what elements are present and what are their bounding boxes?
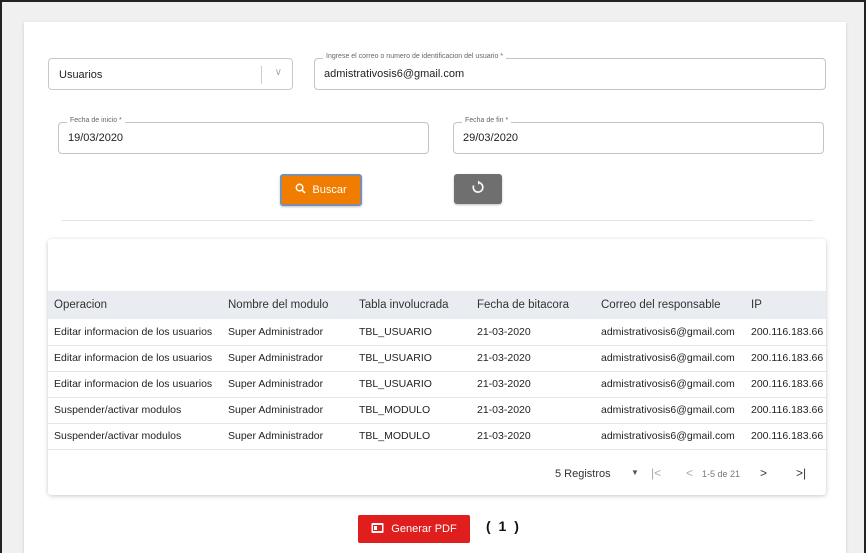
generate-pdf-button[interactable]: Generar PDF (358, 515, 470, 543)
email-field[interactable]: Ingrese el correo o numero de identifica… (314, 53, 826, 90)
cell-ip: 200.116.183.66 (751, 352, 824, 364)
column-header-ip[interactable]: IP (745, 291, 826, 319)
rows-per-page-select[interactable]: 5 Registros (555, 468, 611, 480)
cell-modulo: Super Administrador (228, 404, 324, 416)
cell-operacion: Editar informacion de los usuarios (54, 378, 213, 390)
next-page-icon[interactable]: > (760, 466, 767, 480)
cell-tabla: TBL_USUARIO (359, 378, 432, 390)
cell-modulo: Super Administrador (228, 352, 324, 364)
last-page-icon[interactable]: >| (796, 466, 806, 480)
pagination: 5 Registros ▼ |< < 1-5 de 21 > >| (48, 461, 826, 487)
cell-modulo: Super Administrador (228, 430, 324, 442)
column-header-modulo[interactable]: Nombre del modulo (222, 291, 353, 319)
start-date-label: Fecha de inicio * (67, 117, 125, 124)
results-table: Operacion Nombre del modulo Tabla involu… (48, 291, 826, 450)
cell-operacion: Suspender/activar modulos (54, 404, 182, 416)
column-header-fecha[interactable]: Fecha de bitacora (471, 291, 595, 319)
caret-down-icon[interactable]: ▼ (631, 468, 639, 477)
first-page-icon[interactable]: |< (651, 466, 661, 480)
cell-fecha: 21-03-2020 (477, 325, 531, 338)
chevron-down-icon[interactable]: ∨ (275, 67, 282, 78)
column-header-correo[interactable]: Correo del responsable (595, 291, 745, 319)
cell-ip: 200.116.183.66 (751, 404, 824, 416)
cell-tabla: TBL_USUARIO (359, 352, 432, 364)
refresh-icon (471, 179, 485, 199)
divider (62, 220, 814, 221)
cell-correo: admistrativosis6@gmail.com (601, 378, 735, 390)
search-button-label: Buscar (312, 184, 347, 196)
cell-correo: admistrativosis6@gmail.com (601, 325, 735, 338)
pdf-icon (371, 522, 384, 537)
module-select-value: Usuarios (59, 69, 103, 81)
cell-operacion: Editar informacion de los usuarios (54, 325, 213, 338)
cell-correo: admistrativosis6@gmail.com (601, 352, 735, 364)
generate-pdf-label: Generar PDF (391, 523, 457, 535)
result-count: ( 1 ) (486, 518, 521, 534)
table-row[interactable]: Suspender/activar modulos Super Administ… (48, 423, 826, 449)
cell-fecha: 21-03-2020 (477, 378, 531, 390)
end-date-label: Fecha de fin * (462, 117, 512, 124)
cell-tabla: TBL_USUARIO (359, 325, 432, 338)
module-select[interactable]: Usuarios ∨ (48, 58, 293, 90)
cell-tabla: TBL_MODULO (359, 430, 431, 442)
window-frame: Usuarios ∨ Ingrese el correo o numero de… (0, 0, 866, 553)
cell-ip: 200.116.183.66 (751, 378, 824, 390)
cell-modulo: Super Administrador (228, 325, 324, 338)
start-date-field[interactable]: Fecha de inicio * 19/03/2020 (58, 117, 429, 154)
results-table-card: Operacion Nombre del modulo Tabla involu… (48, 239, 826, 495)
prev-page-icon[interactable]: < (686, 466, 693, 480)
start-date-value[interactable]: 19/03/2020 (68, 132, 123, 144)
cell-operacion: Suspender/activar modulos (54, 430, 182, 442)
column-header-operacion[interactable]: Operacion (48, 291, 222, 319)
page-range-info: 1-5 de 21 (702, 469, 741, 479)
table-row[interactable]: Suspender/activar modulos Super Administ… (48, 397, 826, 423)
reset-button[interactable] (454, 174, 502, 204)
end-date-field[interactable]: Fecha de fin * 29/03/2020 (453, 117, 824, 154)
search-button[interactable]: Buscar (280, 174, 362, 206)
cell-modulo: Super Administrador (228, 378, 324, 390)
cell-correo: admistrativosis6@gmail.com (601, 404, 735, 416)
search-icon (295, 183, 307, 197)
select-separator (261, 66, 262, 84)
cell-fecha: 21-03-2020 (477, 352, 531, 364)
table-row[interactable]: Editar informacion de los usuarios Super… (48, 371, 826, 397)
cell-ip: 200.116.183.66 (751, 325, 824, 338)
column-header-tabla[interactable]: Tabla involucrada (353, 291, 471, 319)
cell-fecha: 21-03-2020 (477, 430, 531, 442)
cell-operacion: Editar informacion de los usuarios (54, 352, 213, 364)
main-card: Usuarios ∨ Ingrese el correo o numero de… (24, 22, 846, 553)
cell-ip: 200.116.183.66 (751, 430, 824, 442)
table-row[interactable]: Editar informacion de los usuarios Super… (48, 345, 826, 371)
email-field-label: Ingrese el correo o numero de identifica… (323, 53, 507, 60)
cell-fecha: 21-03-2020 (477, 404, 531, 416)
cell-tabla: TBL_MODULO (359, 404, 431, 416)
email-field-value[interactable]: admistrativosis6@gmail.com (324, 68, 464, 80)
table-row[interactable]: Editar informacion de los usuarios Super… (48, 319, 826, 345)
cell-correo: admistrativosis6@gmail.com (601, 430, 735, 442)
table-header-row: Operacion Nombre del modulo Tabla involu… (48, 291, 826, 319)
end-date-value[interactable]: 29/03/2020 (463, 132, 518, 144)
